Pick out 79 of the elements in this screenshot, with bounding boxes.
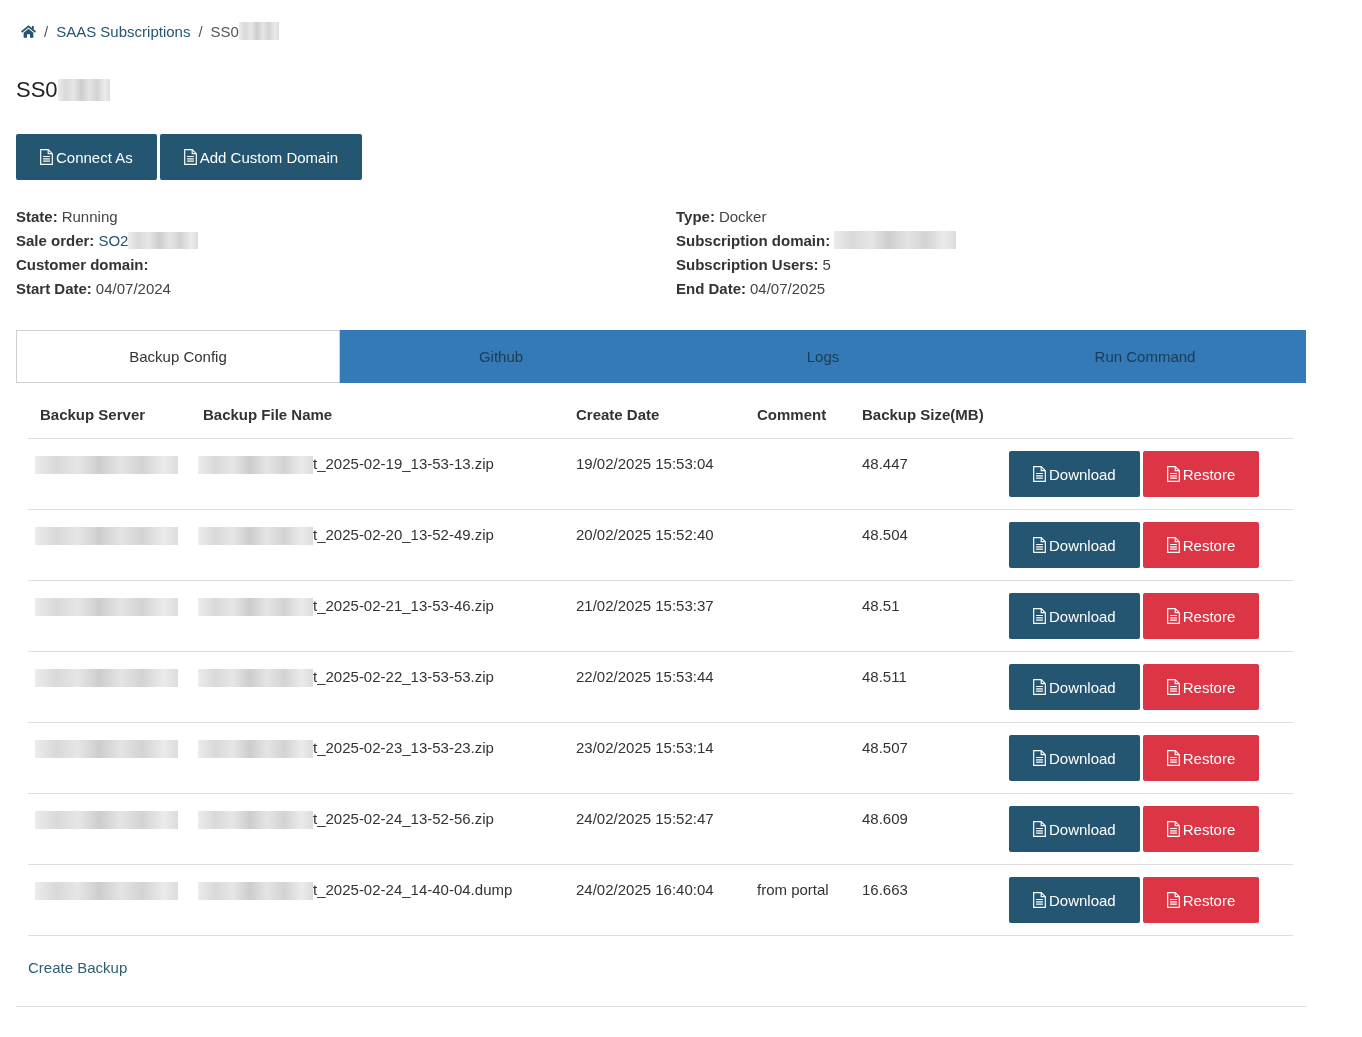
create-date: 24/02/2025 15:52:47 [576, 810, 714, 827]
backup-size: 48.447 [862, 455, 908, 472]
download-button[interactable]: Download [1009, 664, 1140, 710]
file-name: t_2025-02-24_14-40-04.dump [313, 881, 513, 898]
document-icon [1033, 466, 1046, 482]
document-icon [1166, 679, 1180, 695]
document-icon [1033, 537, 1046, 553]
backup-size: 48.504 [862, 526, 908, 543]
restore-button[interactable]: Restore [1142, 522, 1260, 568]
create-date: 21/02/2025 15:53:37 [576, 597, 714, 614]
field-value: 04/07/2025 [750, 279, 826, 297]
document-icon [1166, 821, 1180, 837]
create-date: 23/02/2025 15:53:14 [576, 739, 714, 756]
download-button[interactable]: Download [1009, 806, 1140, 852]
connect-as-button[interactable]: Connect As [16, 134, 157, 180]
tab[interactable]: Backup Config [16, 330, 340, 383]
document-icon [1033, 679, 1046, 695]
field-label: Type: [676, 207, 715, 225]
field-label: State: [16, 207, 58, 225]
field-label: Start Date: [16, 279, 92, 297]
document-icon [1033, 608, 1046, 624]
breadcrumb-current: SS0 [210, 22, 239, 40]
restore-button[interactable]: Restore [1142, 664, 1260, 710]
document-icon [1166, 466, 1180, 482]
restore-button[interactable]: Restore [1142, 806, 1260, 852]
field-label: Subscription Users: [676, 255, 819, 273]
file-name: t_2025-02-23_13-53-23.zip [313, 739, 494, 756]
backup-size: 48.511 [862, 668, 907, 685]
create-date: 22/02/2025 15:53:44 [576, 668, 714, 685]
add-custom-domain-button[interactable]: Add Custom Domain [159, 134, 363, 180]
file-name: t_2025-02-22_13-53-53.zip [313, 668, 494, 685]
download-button[interactable]: Download [1009, 451, 1140, 497]
restore-button[interactable]: Restore [1142, 451, 1260, 497]
home-icon[interactable] [21, 24, 36, 38]
create-date: 19/02/2025 15:53:04 [576, 455, 714, 472]
backup-size: 48.507 [862, 739, 908, 756]
document-icon [1033, 821, 1046, 837]
download-button[interactable]: Download [1009, 593, 1140, 639]
document-icon [1166, 750, 1180, 766]
document-icon [1033, 750, 1046, 766]
column-header: Backup Size(MB) [850, 383, 997, 439]
create-date: 24/02/2025 16:40:04 [576, 881, 714, 898]
backup-size: 48.51 [862, 597, 900, 614]
backup-size: 48.609 [862, 810, 908, 827]
backup-size: 16.663 [862, 881, 908, 898]
restore-button[interactable]: Restore [1142, 593, 1260, 639]
field-value: Docker [718, 207, 767, 225]
document-icon [183, 149, 197, 165]
column-header: Comment [745, 383, 850, 439]
download-button[interactable]: Download [1009, 877, 1140, 923]
sale-order-link[interactable]: SO2 [98, 231, 129, 249]
download-button[interactable]: Download [1009, 735, 1140, 781]
field-value: 5 [822, 255, 831, 273]
breadcrumb-separator: / [44, 22, 49, 40]
column-header: Backup File Name [191, 383, 564, 439]
breadcrumb-separator: / [198, 22, 203, 40]
column-header: Backup Server [28, 383, 191, 439]
create-backup-link[interactable]: Create Backup [28, 959, 128, 976]
comment: from portal [757, 881, 829, 898]
document-icon [1166, 608, 1180, 624]
document-icon [1033, 892, 1046, 908]
restore-button[interactable]: Restore [1142, 735, 1260, 781]
document-icon [1166, 892, 1180, 908]
file-name: t_2025-02-24_13-52-56.zip [313, 810, 494, 827]
column-header: Create Date [564, 383, 745, 439]
field-label: Sale order: [16, 231, 95, 249]
document-icon [1166, 537, 1180, 553]
field-value: Running [61, 207, 118, 225]
create-date: 20/02/2025 15:52:40 [576, 526, 714, 543]
breadcrumb-link[interactable]: SAAS Subscriptions [56, 22, 191, 40]
field-value: 04/07/2024 [95, 279, 171, 297]
page-title: SS0 [16, 77, 58, 103]
download-button[interactable]: Download [1009, 522, 1140, 568]
file-name: t_2025-02-20_13-52-49.zip [313, 526, 494, 543]
field-label: End Date: [676, 279, 746, 297]
document-icon [40, 149, 53, 165]
restore-button[interactable]: Restore [1142, 877, 1260, 923]
file-name: t_2025-02-19_13-53-13.zip [313, 455, 494, 472]
file-name: t_2025-02-21_13-53-46.zip [313, 597, 494, 614]
